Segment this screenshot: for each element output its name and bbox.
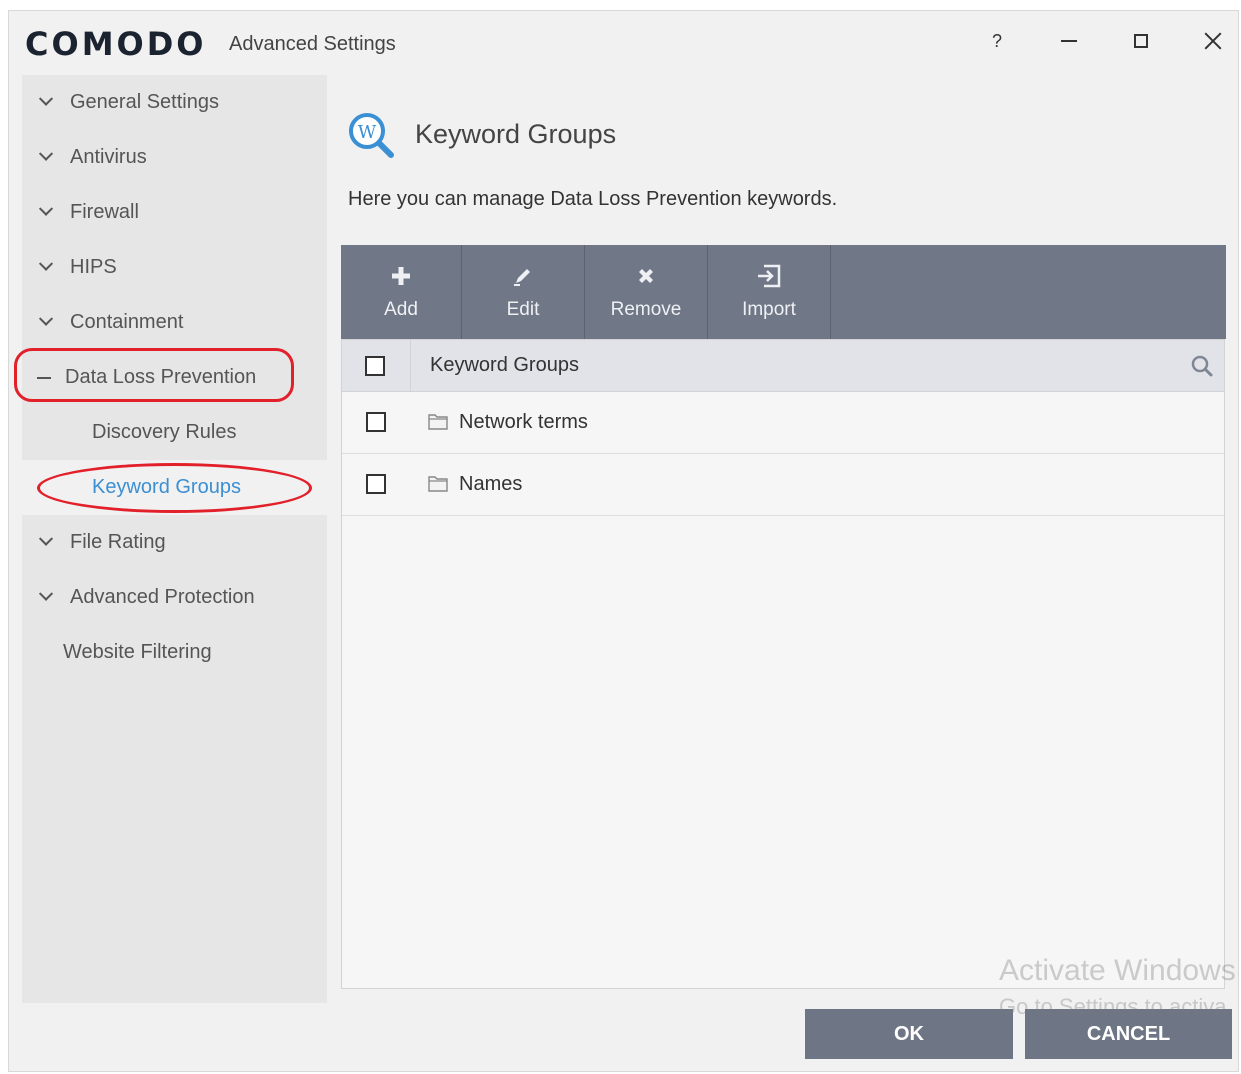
sidebar-item-containment[interactable]: Containment — [22, 295, 327, 350]
sidebar-item-label: General Settings — [70, 91, 219, 113]
page-description: Here you can manage Data Loss Prevention… — [348, 188, 838, 210]
sidebar-item-label: Data Loss Prevention — [65, 366, 257, 388]
table-row[interactable]: Network terms — [342, 392, 1224, 454]
header-divider — [410, 340, 411, 392]
svg-text:W: W — [358, 122, 377, 143]
remove-button[interactable]: Remove — [585, 245, 708, 339]
ok-button[interactable]: OK — [805, 1009, 1013, 1059]
chevron-down-icon — [38, 91, 54, 106]
sidebar-item-advanced-protection[interactable]: Advanced Protection — [22, 570, 327, 625]
edit-label: Edit — [506, 299, 540, 320]
row-checkbox[interactable] — [366, 474, 386, 494]
footer: OK CANCEL Activate Windows Go to Setting… — [9, 954, 1238, 1071]
remove-label: Remove — [610, 299, 682, 320]
search-icon[interactable] — [1190, 354, 1214, 378]
import-icon — [756, 263, 782, 289]
sidebar-item-label: Discovery Rules — [92, 421, 237, 443]
sidebar-item-keyword-groups[interactable]: Keyword Groups — [22, 460, 327, 515]
sidebar-item-discovery-rules[interactable]: Discovery Rules — [22, 405, 327, 460]
chevron-down-icon — [38, 201, 54, 216]
chevron-down-icon — [38, 586, 54, 601]
sidebar-item-website-filtering[interactable]: Website Filtering — [22, 625, 327, 680]
sidebar-item-label: Antivirus — [70, 146, 147, 168]
add-label: Add — [384, 299, 418, 320]
close-icon — [1204, 32, 1222, 50]
sidebar-item-file-rating[interactable]: File Rating — [22, 515, 327, 570]
close-button[interactable] — [1193, 21, 1233, 61]
keyword-search-icon: W — [349, 113, 394, 158]
minimize-icon — [1061, 40, 1077, 42]
folder-icon — [428, 476, 448, 492]
page-title: Keyword Groups — [415, 119, 617, 149]
row-checkbox[interactable] — [366, 412, 386, 432]
advanced-settings-window: COMODO Advanced Settings ? General Setti… — [8, 10, 1239, 1072]
import-button[interactable]: Import — [708, 245, 831, 339]
window-title: Advanced Settings — [229, 33, 396, 55]
edit-button[interactable]: Edit — [462, 245, 585, 339]
row-label: Names — [459, 473, 523, 495]
select-all-checkbox[interactable] — [365, 356, 385, 376]
sidebar-item-label: Containment — [70, 311, 184, 333]
chevron-down-icon — [38, 256, 54, 271]
collapse-dash-icon — [37, 376, 51, 379]
maximize-icon — [1134, 34, 1148, 48]
chevron-down-icon — [38, 531, 54, 546]
column-header-keyword-groups: Keyword Groups — [430, 354, 579, 376]
sidebar-item-firewall[interactable]: Firewall — [22, 185, 327, 240]
sidebar-item-hips[interactable]: HIPS — [22, 240, 327, 295]
cancel-button[interactable]: CANCEL — [1025, 1009, 1232, 1059]
folder-icon — [428, 414, 448, 430]
title-bar: COMODO Advanced Settings ? — [9, 11, 1238, 75]
chevron-down-icon — [38, 146, 54, 161]
table-header: Keyword Groups — [342, 340, 1224, 392]
maximize-button[interactable] — [1121, 21, 1161, 61]
x-icon — [636, 263, 656, 289]
comodo-logo: COMODO — [25, 25, 207, 63]
sidebar-item-label: Website Filtering — [63, 641, 212, 663]
sidebar-item-antivirus[interactable]: Antivirus — [22, 130, 327, 185]
plus-icon — [391, 263, 411, 289]
sidebar-item-label: Keyword Groups — [92, 476, 241, 498]
pencil-icon — [512, 263, 534, 289]
main-panel: W Keyword Groups Here you can manage Dat… — [340, 75, 1226, 1003]
sidebar-item-label: File Rating — [70, 531, 166, 553]
sidebar-item-general-settings[interactable]: General Settings — [22, 75, 327, 130]
sidebar-item-label: Advanced Protection — [70, 586, 255, 608]
help-button[interactable]: ? — [977, 21, 1017, 61]
keyword-groups-table: Keyword Groups Network terms Names — [341, 339, 1225, 989]
sidebar-item-data-loss-prevention[interactable]: Data Loss Prevention — [22, 350, 327, 405]
toolbar: Add Edit Remove Import — [341, 245, 1226, 339]
table-row[interactable]: Names — [342, 454, 1224, 516]
settings-sidebar: General Settings Antivirus Firewall HIPS… — [22, 75, 327, 1003]
add-button[interactable]: Add — [341, 245, 462, 339]
chevron-down-icon — [38, 311, 54, 326]
sidebar-item-label: Firewall — [70, 201, 139, 223]
sidebar-item-label: HIPS — [70, 256, 117, 278]
import-label: Import — [742, 299, 796, 320]
minimize-button[interactable] — [1049, 21, 1089, 61]
row-label: Network terms — [459, 411, 588, 433]
